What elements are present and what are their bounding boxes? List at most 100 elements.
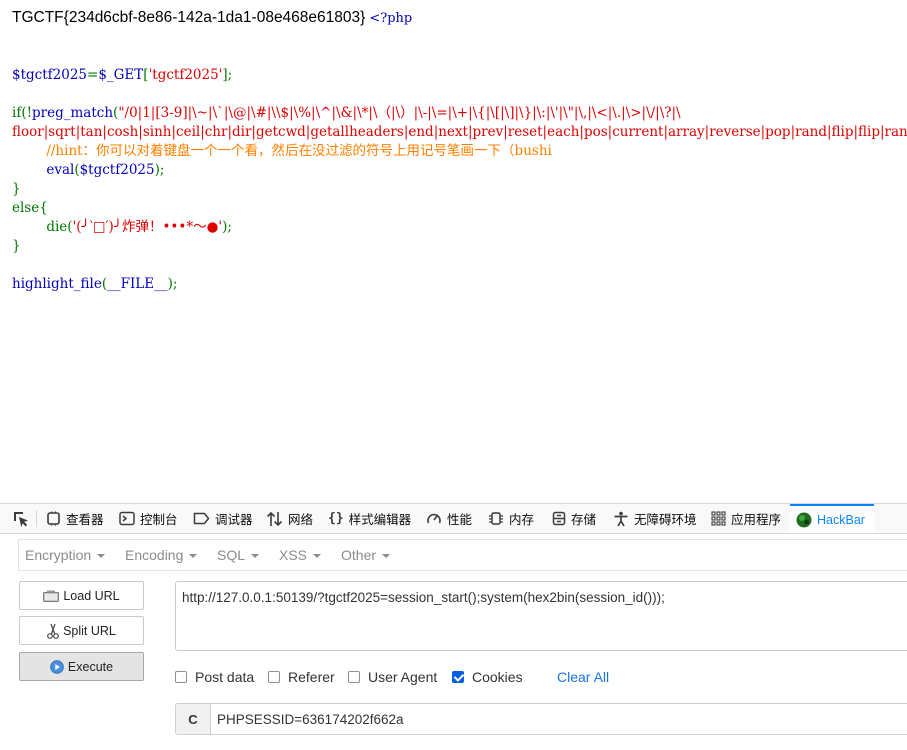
clear-all-link[interactable]: Clear All	[557, 668, 609, 686]
tab-label: 存储	[571, 513, 597, 527]
execute-icon	[50, 659, 64, 674]
chevron-down-icon	[97, 554, 106, 558]
checkbox-box[interactable]	[175, 671, 187, 683]
network-icon	[266, 511, 283, 526]
memory-icon	[489, 512, 503, 525]
tab-inspector[interactable]: 查看器	[46, 504, 104, 533]
code-token: }	[12, 238, 21, 254]
code-line-if: if(!preg_match("/0|1|[3-9]|\~|\`|\@|\#|\…	[12, 104, 681, 123]
chevron-down-icon	[313, 554, 322, 558]
menu-label: XSS	[279, 547, 308, 563]
code-token: die	[12, 219, 68, 235]
flag-text: TGCTF{234d6cbf-8e86-142a-1da1-08e468e618…	[12, 9, 366, 26]
post-data-checkbox[interactable]: Post data	[175, 668, 254, 686]
checkbox-label: User Agent	[368, 669, 438, 685]
tab-label: 样式编辑器	[348, 513, 412, 527]
tab-label: 调试器	[215, 513, 253, 527]
tab-console[interactable]: 控制台	[119, 504, 178, 533]
checkbox-label: Cookies	[472, 669, 523, 685]
hackbar-menu-bar: Encryption Encoding SQL XSS Other	[18, 539, 907, 571]
code-line-assign: $tgctf2025=$_GET['tgctf2025'];	[12, 66, 232, 85]
code-token: else{	[12, 200, 48, 216]
load-url-button[interactable]: Load URL	[19, 581, 144, 610]
code-token: =	[87, 67, 99, 83]
accessibility-icon	[614, 511, 628, 526]
hint-comment: //hint：你可以对着键盘一个一个看，然后在没过滤的符号上用记号笔画一下（bu…	[12, 143, 552, 159]
tab-label: 应用程序	[731, 513, 782, 527]
execute-button[interactable]: Execute	[19, 652, 144, 681]
code-line-eval: eval($tgctf2025);	[12, 161, 164, 180]
tab-label: 内存	[509, 513, 535, 527]
flag-line: TGCTF{234d6cbf-8e86-142a-1da1-08e468e618…	[12, 9, 412, 27]
code-token: __FILE__	[107, 276, 168, 292]
menu-label: SQL	[217, 547, 246, 563]
menu-encoding[interactable]: Encoding	[125, 540, 198, 570]
menu-encryption[interactable]: Encryption	[25, 540, 106, 570]
code-line-die: die('(╯‵□′)╯炸弹！•••*～●');	[12, 218, 232, 237]
checkbox-box[interactable]	[348, 671, 360, 683]
url-textarea[interactable]: http://127.0.0.1:50139/?tgctf2025=sessio…	[175, 581, 907, 651]
tab-application[interactable]: 应用程序	[711, 504, 781, 533]
tab-label: 控制台	[140, 513, 178, 527]
code-token: );	[167, 276, 178, 292]
checkbox-label: Referer	[288, 669, 335, 685]
code-line-else: else{	[12, 199, 48, 218]
user-agent-checkbox[interactable]: User Agent	[348, 668, 437, 686]
code-line-hint: //hint：你可以对着键盘一个一个看，然后在没过滤的符号上用记号笔画一下（bu…	[12, 142, 552, 161]
tab-label: 查看器	[66, 513, 104, 527]
menu-xss[interactable]: XSS	[279, 540, 322, 570]
inspector-icon	[47, 511, 60, 526]
code-line-close: }	[12, 237, 21, 256]
checkbox-label: Post data	[195, 669, 255, 685]
code-token: $tgctf2025	[12, 67, 87, 83]
tab-label: HackBar	[817, 512, 865, 527]
element-picker-icon[interactable]	[12, 510, 30, 528]
code-token: preg_match	[32, 105, 114, 121]
button-label: Split URL	[63, 623, 116, 638]
code-token: 'tgctf2025'	[148, 67, 223, 83]
tab-style-editor[interactable]: {} 样式编辑器	[328, 504, 411, 533]
checkbox-box[interactable]	[268, 671, 280, 683]
tab-debugger[interactable]: 调试器	[193, 504, 253, 533]
split-url-button[interactable]: Split URL	[19, 616, 144, 645]
chevron-down-icon	[189, 554, 198, 558]
tab-accessibility[interactable]: 无障碍环境	[613, 504, 697, 533]
tab-storage[interactable]: 存储	[552, 504, 596, 533]
menu-sql[interactable]: SQL	[217, 540, 260, 570]
cookie-prefix: C	[176, 704, 211, 734]
tab-memory[interactable]: 内存	[488, 504, 534, 533]
menu-other[interactable]: Other	[341, 540, 391, 570]
checkbox-box[interactable]	[452, 671, 464, 683]
load-url-icon	[43, 590, 60, 602]
tab-network[interactable]: 网络	[266, 504, 313, 533]
application-icon	[711, 511, 726, 526]
button-label: Execute	[67, 659, 114, 674]
menu-label: Encoding	[125, 547, 184, 563]
tab-performance[interactable]: 性能	[426, 504, 472, 533]
tab-label: 网络	[288, 513, 314, 527]
menu-label: Other	[341, 547, 377, 563]
referer-checkbox[interactable]: Referer	[268, 668, 335, 686]
code-line-filter: floor|sqrt|tan|cosh|sinh|ceil|chr|dir|ge…	[12, 123, 907, 142]
code-token: }	[12, 181, 21, 197]
scissors-icon	[47, 623, 59, 639]
code-token: ];	[222, 67, 233, 83]
code-token: );	[154, 162, 165, 178]
chevron-down-icon	[251, 554, 260, 558]
tab-hackbar[interactable]: HackBar	[790, 504, 874, 533]
code-token: if(!	[12, 105, 33, 121]
code-token: $tgctf2025	[79, 162, 155, 178]
cookies-checkbox[interactable]: Cookies	[452, 668, 523, 686]
tab-separator	[36, 510, 37, 527]
hackbar-logo-icon	[796, 512, 812, 527]
chevron-down-icon	[382, 554, 391, 558]
php-open-tag: <?php	[369, 11, 413, 26]
code-token: $_GET	[98, 67, 144, 83]
cookie-field[interactable]: C PHPSESSID=636174202f662a	[175, 703, 907, 735]
code-token: floor|sqrt|tan|cosh|sinh|ceil|chr|dir|ge…	[12, 124, 907, 140]
cookie-input[interactable]: PHPSESSID=636174202f662a	[217, 704, 404, 734]
menu-label: Encryption	[25, 547, 92, 563]
debugger-icon	[193, 512, 210, 525]
performance-icon	[427, 513, 441, 524]
code-token: "/0|1|[3-9]|\~|\`|\@|\#|\\$|\%|\^|\&|\*|…	[118, 105, 681, 121]
